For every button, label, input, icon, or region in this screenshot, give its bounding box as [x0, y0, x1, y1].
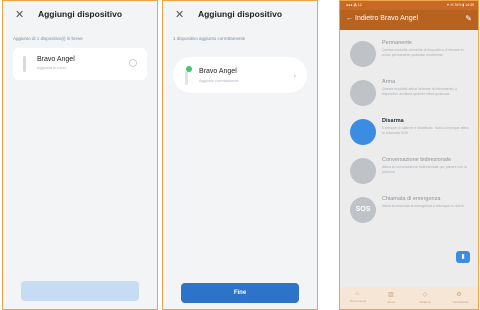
mode-title: Disarma [382, 118, 404, 124]
page-title: Aggiungi dispositivo [197, 9, 283, 19]
tab-item[interactable]: ▥ Arma [384, 291, 398, 304]
tab-label: Arma [387, 300, 395, 304]
tab-icon: ▥ [388, 292, 394, 298]
app-header: ← Indietro Bravo Angel ✎ [340, 10, 478, 30]
screen-adding-device: ✕ Aggiungi dispositivo Aggiunto di 1 dis… [2, 0, 158, 310]
mode-title: Permanente [382, 40, 412, 46]
tab-icon: ⚙ [456, 292, 462, 298]
device-name: Bravo Angel [37, 56, 75, 63]
mode-icon [350, 80, 376, 106]
device-status: Aggiunto correttamente [199, 79, 239, 83]
chevron-right-icon: › [293, 71, 296, 80]
mode-item[interactable]: SOS Chiamata di emergenza Attiva la chiama… [340, 191, 478, 229]
device-status: Aggiunta in corso [37, 66, 67, 70]
tab-item[interactable]: ⚙ Impostazioni [452, 291, 469, 304]
edit-icon[interactable]: ✎ [465, 14, 472, 23]
device-icon [185, 71, 188, 85]
tab-label: Disarma [419, 300, 431, 304]
back-arrow-icon[interactable]: ← [346, 15, 353, 22]
tab-label: Permanente [350, 299, 367, 303]
mode-description: Attiva la chiamata di emergenza a chiunq… [382, 204, 464, 208]
screen-device-modes: ●●● ⁂ 12 ✦ ✉ 75% ▮ 14:39 ← Indietro Brav… [339, 0, 479, 310]
tab-item[interactable]: ⌂ Permanente [350, 291, 367, 303]
status-subtitle: 1 dispositivo aggiunto correttamente [173, 36, 246, 41]
status-subtitle: Aggiunto di 1 dispositivo(i) in breve [13, 36, 83, 41]
tab-icon: ◇ [422, 292, 428, 298]
mode-title: Arma [382, 79, 396, 85]
mode-item[interactable]: Conversazione bidirezionale Attiva la con… [340, 152, 478, 190]
mode-icon [350, 158, 376, 184]
screen-device-added: ✕ Aggiungi dispositivo 1 dispositivo agg… [162, 0, 318, 310]
mode-icon [350, 41, 376, 67]
battery-time-indicator: ✦ ✉ 75% ▮ 14:39 [446, 3, 474, 7]
floating-action-button[interactable]: ▮ [456, 251, 470, 263]
device-icon [23, 56, 26, 72]
header: ✕ Aggiungi dispositivo [3, 1, 157, 31]
mode-item[interactable]: Disarma Il sensore di allarme è disattiva… [340, 113, 478, 151]
page-title: Aggiungi dispositivo [37, 9, 123, 19]
mode-item[interactable]: Permanente Questa modalità consente al di… [340, 35, 478, 73]
bottom-tab-bar: ⌂ Permanente ▥ Arma ◇ Disarma ⚙ Impostazioni [340, 287, 478, 309]
header: ✕ Aggiungi dispositivo [163, 1, 317, 31]
mode-description: Attiva la conversazione bidirezionale pe… [382, 165, 467, 174]
device-card[interactable]: Bravo Angel Aggiunta in corso [13, 48, 147, 80]
loading-spinner-icon [129, 59, 137, 67]
success-dot-icon [186, 66, 192, 72]
mode-description: Il sensore di allarme è disattivato. Sar… [382, 126, 469, 135]
status-bar: ●●● ⁂ 12 ✦ ✉ 75% ▮ 14:39 [340, 1, 478, 10]
mode-icon [350, 119, 376, 145]
tab-item[interactable]: ◇ Disarma [418, 291, 432, 304]
mode-icon: SOS [350, 197, 376, 223]
tab-label: Impostazioni [452, 300, 469, 304]
tab-icon: ⌂ [355, 291, 359, 297]
done-button-disabled[interactable] [21, 281, 139, 301]
mode-description: Questa modalità attiva l'allarme di rile… [382, 87, 457, 96]
header-title[interactable]: Indietro Bravo Angel [355, 15, 418, 22]
mode-title: Chiamata di emergenza [382, 196, 441, 202]
mode-item[interactable]: Arma Questa modalità attiva l'allarme di … [340, 74, 478, 112]
mode-title: Conversazione bidirezionale [382, 157, 452, 163]
signal-indicator: ●●● ⁂ 12 [346, 3, 362, 7]
mode-description: Questa modalità consente al dispositivo … [382, 48, 464, 57]
device-card[interactable]: Bravo Angel Aggiunto correttamente › [173, 57, 307, 93]
device-name: Bravo Angel [199, 68, 237, 75]
done-button[interactable]: Fine [181, 283, 299, 303]
